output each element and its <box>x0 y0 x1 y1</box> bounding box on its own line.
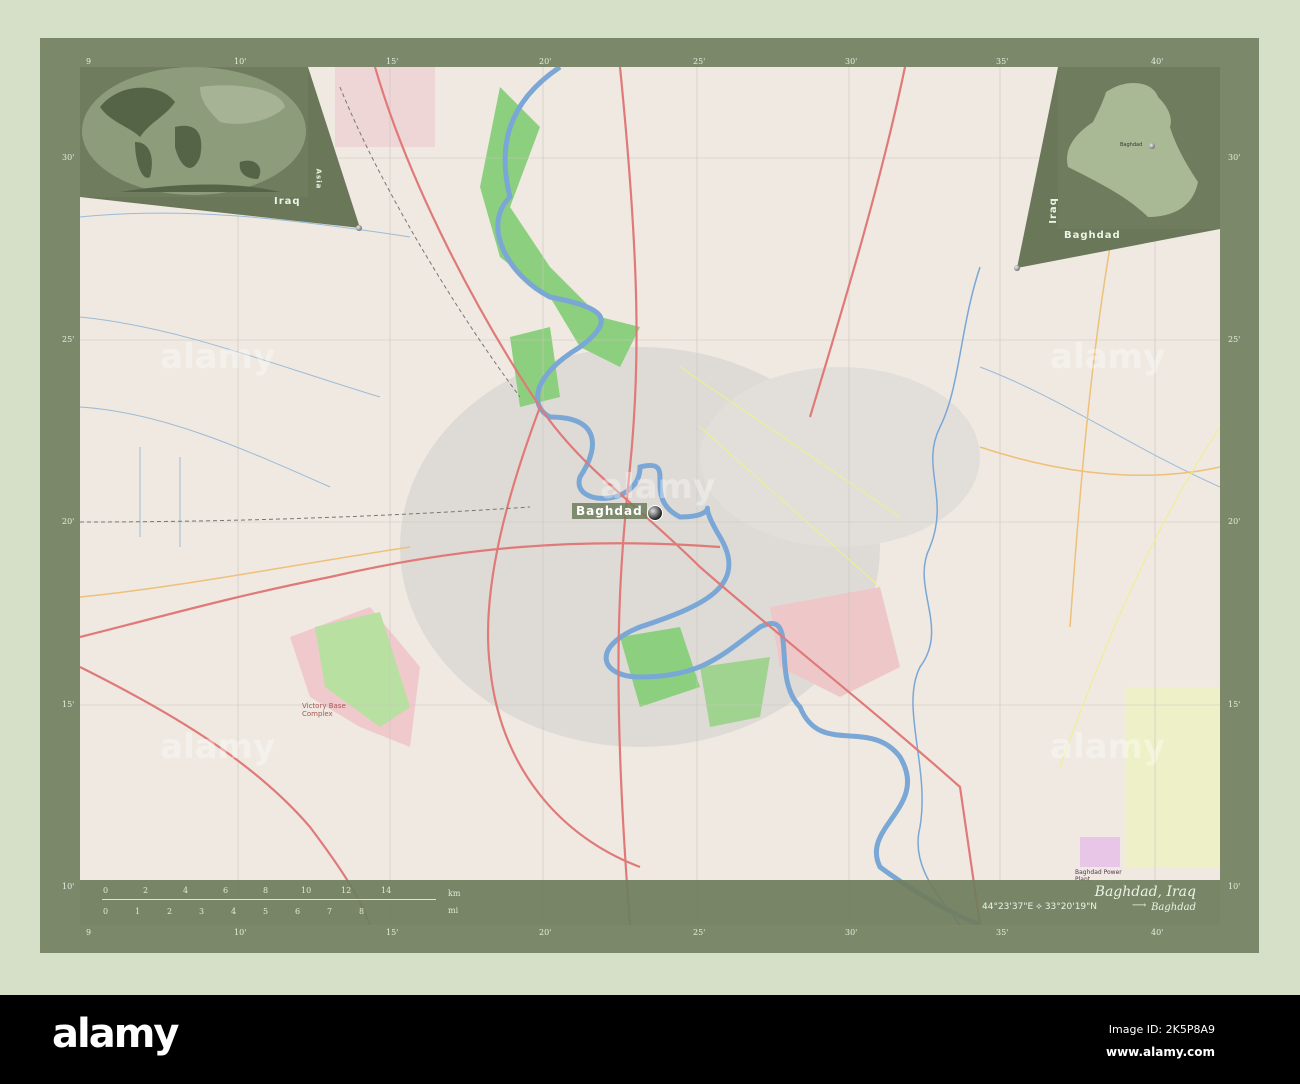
image-id: Image ID: 2K5P8A9 <box>1108 1023 1215 1036</box>
iraq-map <box>1067 82 1198 217</box>
tick-label: 25' <box>1228 335 1241 344</box>
scale-label: 0 <box>103 886 109 895</box>
inset-province-label: Baghdad <box>1064 230 1121 241</box>
city-label: Baghdad <box>572 503 647 519</box>
scale-label: 6 <box>295 907 301 916</box>
scale-label: 10 <box>301 886 312 895</box>
tick-label: 10' <box>234 57 247 66</box>
tick-label: 25' <box>693 57 706 66</box>
tick-label: 25' <box>693 928 706 937</box>
tick-label: 35' <box>996 57 1009 66</box>
scale-label: 5 <box>263 907 269 916</box>
tick-label: 10' <box>62 882 75 891</box>
tick-label: 20' <box>62 517 75 526</box>
tick-label: 25' <box>62 335 75 344</box>
scale-label: 4 <box>183 886 189 895</box>
region-label: Asia <box>314 168 323 190</box>
location-marker <box>1014 265 1020 271</box>
inset-city-label: Baghdad <box>1120 142 1143 148</box>
scale-unit: km <box>448 889 461 898</box>
tick-label: 20' <box>539 928 552 937</box>
map-subtitle: Baghdad <box>1151 902 1196 913</box>
city-marker[interactable] <box>647 505 663 521</box>
tick-label: 10' <box>1228 882 1241 891</box>
tick-label: 15' <box>1228 700 1241 709</box>
world-inset: Asia <box>80 67 322 197</box>
tick-label: 30' <box>1228 153 1241 162</box>
tick-label: 9 <box>86 57 92 66</box>
coordinates: 44°23'37"E ⟡ 33°20'19"N <box>982 902 1098 912</box>
tick-label: 10' <box>234 928 247 937</box>
country-label: Iraq <box>274 196 301 207</box>
scale-unit: mi <box>448 906 459 915</box>
tick-label: 30' <box>62 153 75 162</box>
tick-label: 15' <box>62 700 75 709</box>
tick-label: 30' <box>845 57 858 66</box>
scale-label: 7 <box>327 907 333 916</box>
scale-label: 12 <box>341 886 352 895</box>
tick-label: 9 <box>86 928 92 937</box>
scale-label: 8 <box>263 886 269 895</box>
tick-label: 20' <box>539 57 552 66</box>
legend-band: 0 2 4 6 8 10 12 14 km 0 1 2 3 4 5 6 7 8 … <box>80 880 1220 925</box>
tick-label: 40' <box>1151 57 1164 66</box>
scale-label: 0 <box>103 907 109 916</box>
footer: alamy Image ID: 2K5P8A9 www.alamy.com <box>0 995 1300 1084</box>
scale-label: 1 <box>135 907 141 916</box>
site-url[interactable]: www.alamy.com <box>1106 1045 1215 1059</box>
tick-label: 15' <box>386 928 399 937</box>
tick-label: 15' <box>386 57 399 66</box>
scale-label: 3 <box>199 907 205 916</box>
alamy-logo: alamy <box>52 1011 179 1057</box>
inset-country-label: Iraq <box>1047 197 1059 224</box>
tick-label: 30' <box>845 928 858 937</box>
map-title: Baghdad, Iraq <box>1094 884 1196 900</box>
scale-label: 2 <box>167 907 173 916</box>
scale-label: 6 <box>223 886 229 895</box>
scale-label: 14 <box>381 886 392 895</box>
country-inset: Baghdad <box>1058 67 1220 229</box>
tick-label: 20' <box>1228 517 1241 526</box>
inset-city-marker <box>1149 143 1155 149</box>
arrow-icon: ⟶ <box>1132 900 1147 911</box>
tick-label: 35' <box>996 928 1009 937</box>
scale-label: 4 <box>231 907 237 916</box>
tick-label: 40' <box>1151 928 1164 937</box>
scale-bar <box>102 899 436 900</box>
location-marker <box>356 225 362 231</box>
scale-label: 8 <box>359 907 365 916</box>
world-map <box>82 67 306 195</box>
scale-label: 2 <box>143 886 149 895</box>
